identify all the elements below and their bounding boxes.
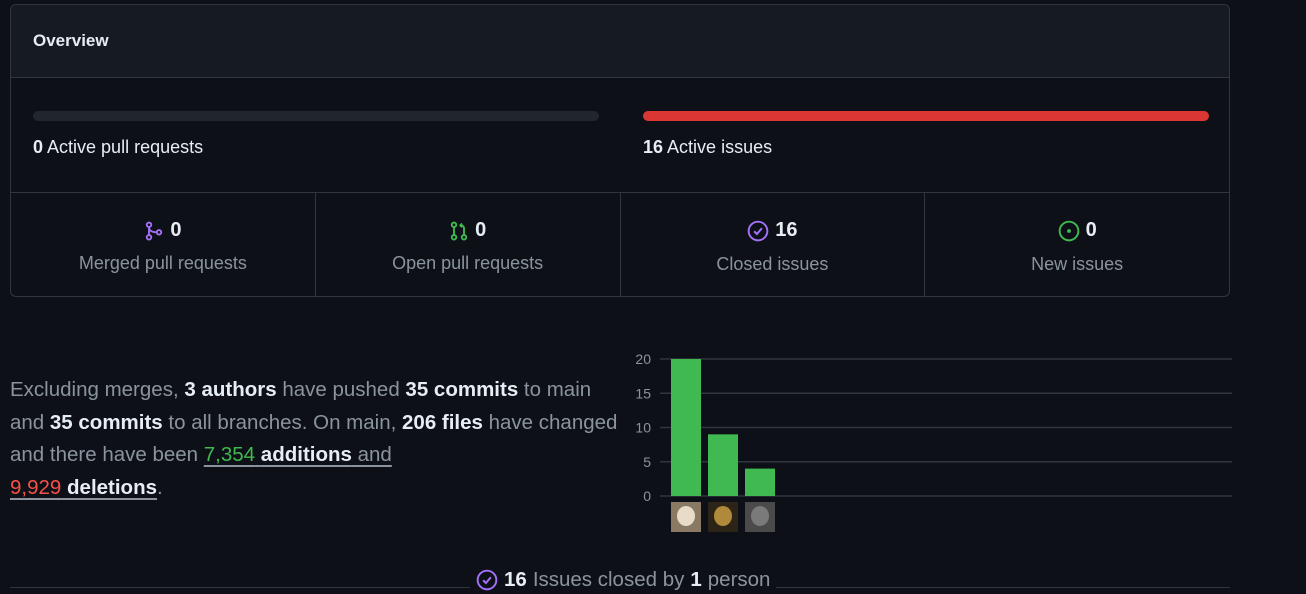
- activity-bars: 0 Active pull requests 16 Active issues: [11, 78, 1229, 193]
- commits-by-author-chart: 0 5 10 15 20: [635, 351, 1232, 532]
- active-pull-requests-label: Active pull requests: [47, 137, 204, 157]
- git-pull-request-icon: [450, 221, 468, 240]
- summary-text: and: [351, 443, 392, 466]
- issues-closed-count: 16: [504, 568, 527, 591]
- summary-text: .: [157, 475, 163, 499]
- new-issues-stat[interactable]: 0 New issues: [925, 193, 1229, 296]
- y-tick-label: 5: [643, 454, 651, 470]
- merged-pull-requests-stat[interactable]: 0 Merged pull requests: [11, 193, 316, 296]
- open-pull-requests-label: Open pull requests: [392, 252, 544, 273]
- author-avatar-3[interactable]: [745, 502, 775, 532]
- issues-bar[interactable]: [643, 111, 1209, 121]
- active-issues-label: Active issues: [667, 137, 773, 157]
- y-tick-label: 20: [635, 351, 651, 367]
- deletions-label: deletions: [67, 475, 158, 499]
- issues-bar-fill: [643, 111, 1209, 121]
- issue-closed-icon: [747, 220, 769, 241]
- closed-issues-stat[interactable]: 16 Closed issues: [621, 193, 926, 296]
- issue-opened-icon: [1058, 220, 1079, 241]
- y-tick-label: 15: [635, 385, 651, 401]
- deletions-link[interactable]: 9,929 deletions: [10, 476, 157, 499]
- commits-main-count: 35 commits: [405, 378, 519, 401]
- author-avatar-2[interactable]: [708, 502, 738, 532]
- merged-pull-requests-value: 0: [170, 219, 182, 241]
- summary-text: to all branches. On main,: [162, 410, 403, 434]
- overview-panel: Overview 0 Active pull requests 16 Activ…: [10, 4, 1230, 297]
- deletions-count: 9,929: [10, 475, 62, 499]
- commit-summary: Excluding merges, 3 authors have pushed …: [10, 374, 620, 504]
- active-pull-requests-count: 0: [33, 137, 44, 157]
- additions-link[interactable]: 7,354 additions and: [204, 443, 392, 466]
- person-text: person: [707, 568, 771, 591]
- people-count: 1: [690, 568, 702, 591]
- author-avatar-1[interactable]: [671, 502, 701, 532]
- active-pull-requests-link[interactable]: 0 Active pull requests: [33, 137, 203, 158]
- additions-label: additions: [260, 443, 352, 466]
- y-tick-label: 0: [643, 488, 651, 504]
- active-issues-count: 16: [643, 137, 664, 157]
- commit-bar-1[interactable]: [671, 359, 701, 496]
- overview-stats: 0 Merged pull requests 0 Open pull reque…: [11, 193, 1229, 296]
- new-issues-label: New issues: [1031, 253, 1124, 274]
- summary-text: Excluding merges,: [10, 378, 185, 401]
- issues-closed-summary: 16 Issues closed by 1 person: [470, 568, 777, 592]
- commit-bar-3[interactable]: [745, 468, 775, 496]
- closed-issues-label: Closed issues: [716, 253, 829, 274]
- commits-all-count: 35 commits: [49, 410, 163, 434]
- authors-count: 3 authors: [184, 378, 277, 401]
- open-pull-requests-stat[interactable]: 0 Open pull requests: [316, 193, 621, 296]
- pull-requests-bar[interactable]: [33, 111, 599, 121]
- new-issues-value: 0: [1085, 219, 1097, 241]
- y-tick-label: 10: [635, 420, 651, 436]
- files-changed-count: 206 files: [402, 410, 483, 434]
- issues-closed-text: Issues closed by: [532, 568, 685, 591]
- closed-issues-value: 16: [775, 219, 798, 241]
- merged-pull-requests-label: Merged pull requests: [78, 252, 247, 273]
- commit-bar-2[interactable]: [708, 434, 738, 496]
- issue-closed-icon: [476, 569, 498, 591]
- summary-text: have pushed: [276, 378, 406, 401]
- additions-count: 7,354: [203, 443, 256, 466]
- open-pull-requests-value: 0: [475, 219, 487, 241]
- active-issues-link[interactable]: 16 Active issues: [643, 137, 772, 158]
- git-merge-icon: [146, 221, 163, 240]
- overview-title: Overview: [11, 5, 1229, 78]
